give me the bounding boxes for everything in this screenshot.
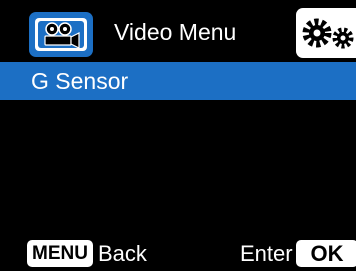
enter-hint: Enter <box>240 241 293 266</box>
ok-key-button[interactable]: OK <box>296 240 356 267</box>
menu-item-label: G Sensor <box>31 68 129 94</box>
page-title: Video Menu <box>114 19 237 45</box>
dashcam-screen: Video Menu G Sensor MENU Back Enter OK <box>0 0 356 271</box>
back-hint: Back <box>98 241 147 266</box>
video-camera-icon <box>29 12 93 57</box>
menu-item-g-sensor[interactable]: G Sensor <box>0 62 356 100</box>
gears-icon[interactable] <box>296 8 356 58</box>
header-bar: Video Menu <box>0 0 356 62</box>
footer-bar: MENU Back Enter OK <box>0 238 356 271</box>
menu-list: G Sensor <box>0 62 356 100</box>
menu-key-button[interactable]: MENU <box>27 240 93 267</box>
